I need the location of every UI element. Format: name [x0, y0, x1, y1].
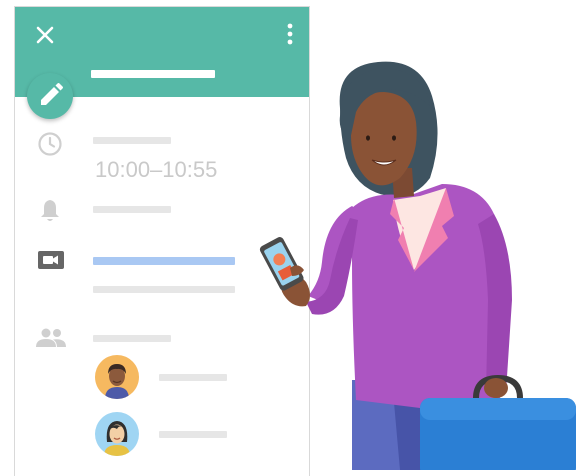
person-illustration — [259, 61, 576, 470]
